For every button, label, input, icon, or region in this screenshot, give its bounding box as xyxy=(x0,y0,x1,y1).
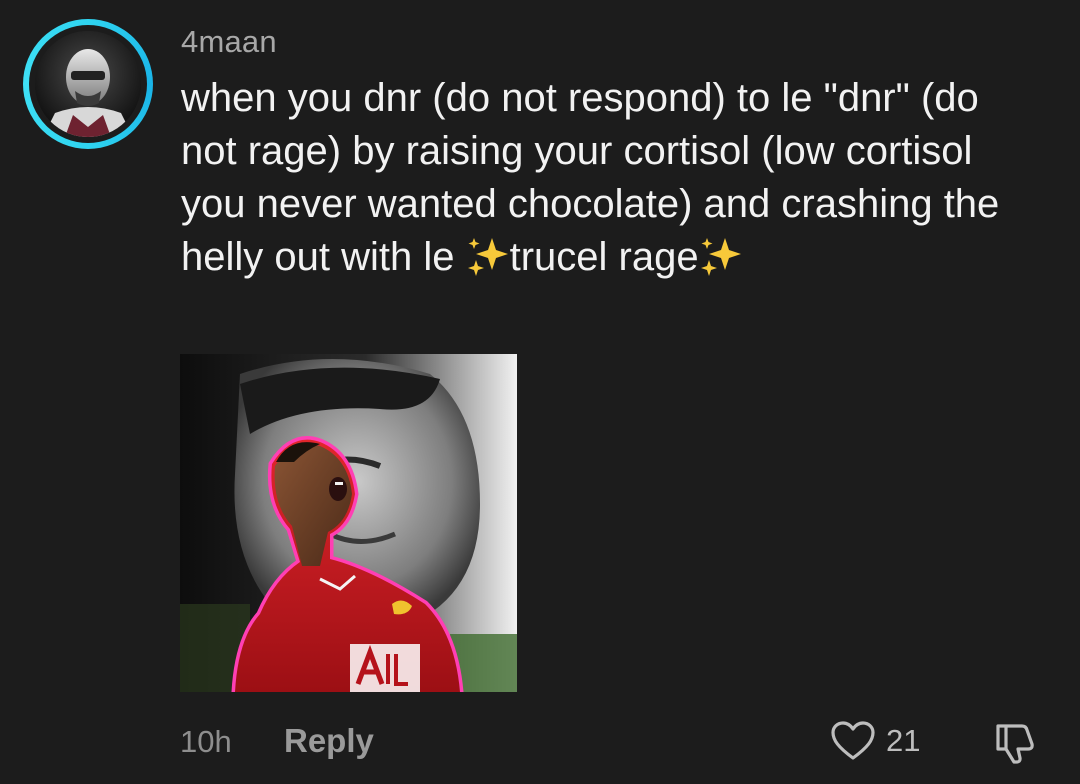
sparkles-icon xyxy=(700,238,741,276)
comment-text-part2: trucel rage xyxy=(509,235,699,279)
heart-icon[interactable] xyxy=(830,720,876,762)
like-button[interactable]: 21 xyxy=(830,720,920,762)
attached-image-art xyxy=(180,354,517,692)
dislike-button[interactable] xyxy=(992,718,1040,771)
avatar[interactable] xyxy=(35,31,141,137)
sparkles-icon xyxy=(467,238,508,276)
attached-image[interactable] xyxy=(180,354,517,692)
like-count: 21 xyxy=(886,723,921,758)
avatar-image xyxy=(35,31,141,137)
comment-text: when you dnr (do not respond) to le "dnr… xyxy=(181,72,1041,284)
avatar-story-ring[interactable] xyxy=(23,19,153,149)
thumbs-down-icon[interactable] xyxy=(992,718,1040,766)
reply-button[interactable]: Reply xyxy=(284,722,374,760)
comment-screen: 4maan when you dnr (do not respond) to l… xyxy=(0,0,1080,784)
comment-timestamp: 10h xyxy=(180,724,232,759)
username[interactable]: 4maan xyxy=(181,24,277,60)
